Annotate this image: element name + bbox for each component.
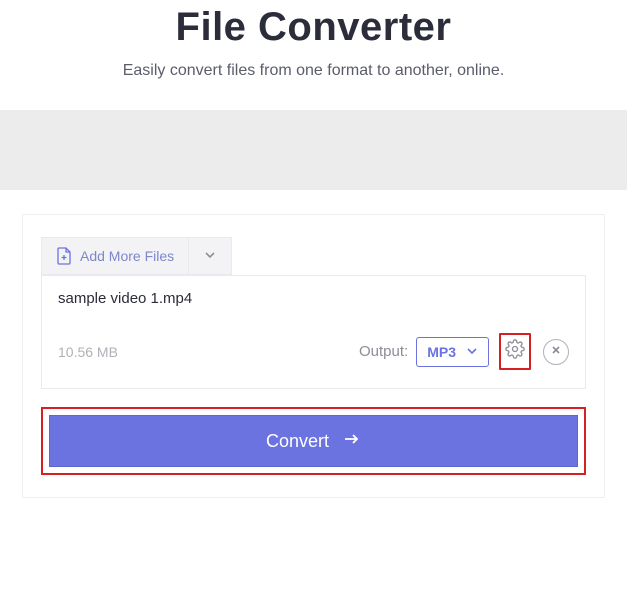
- convert-highlight: Convert: [41, 407, 586, 475]
- page-title: File Converter: [20, 5, 607, 50]
- add-more-dropdown-button[interactable]: [188, 237, 232, 275]
- chevron-down-icon: [203, 248, 217, 265]
- output-format-select[interactable]: MP3: [416, 337, 489, 367]
- file-add-icon: [56, 248, 72, 264]
- page-subtitle: Easily convert files from one format to …: [20, 62, 607, 80]
- gear-icon: [505, 339, 525, 364]
- add-more-files-button[interactable]: Add More Files: [41, 237, 188, 275]
- output-label: Output:: [359, 343, 408, 360]
- arrow-right-icon: [341, 429, 361, 454]
- remove-file-button[interactable]: [543, 339, 569, 365]
- toolbar: Add More Files: [41, 237, 586, 275]
- file-name: sample video 1.mp4: [58, 290, 569, 307]
- convert-button[interactable]: Convert: [49, 415, 578, 467]
- converter-panel: Add More Files sample video 1.mp4 10.56 …: [22, 214, 605, 498]
- add-more-files-label: Add More Files: [80, 248, 174, 264]
- close-icon: [550, 343, 562, 361]
- convert-button-label: Convert: [266, 431, 329, 452]
- file-item: sample video 1.mp4 10.56 MB Output: MP3: [41, 275, 586, 389]
- chevron-down-icon: [466, 344, 478, 360]
- output-format-value: MP3: [427, 344, 456, 360]
- settings-highlight: [499, 333, 531, 370]
- file-size: 10.56 MB: [58, 344, 359, 360]
- settings-button[interactable]: [505, 339, 525, 364]
- ad-banner: [0, 110, 627, 190]
